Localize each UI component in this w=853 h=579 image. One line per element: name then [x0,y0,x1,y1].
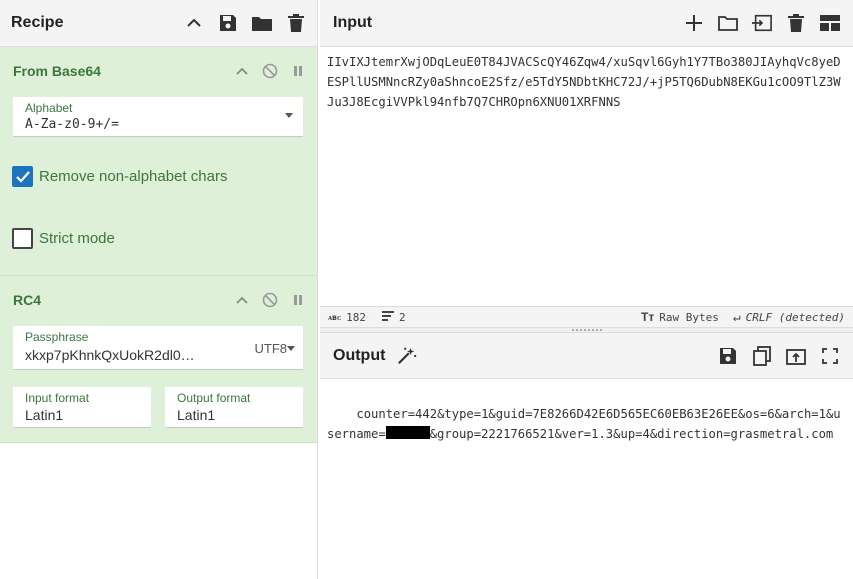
abc-icon: ᴀʙᴄ [328,312,342,322]
trash-icon[interactable] [286,13,306,33]
strict-mode-label: Strict mode [39,230,115,247]
chevron-up-icon[interactable] [234,63,250,79]
input-title: Input [333,14,373,31]
recipe-pane: Recipe From Base64 Alphabet A-Za-z0-9+/=… [0,0,318,579]
remove-non-alphabet-label: Remove non-alphabet chars [39,168,228,185]
char-count-value: 182 [346,310,367,324]
output-text-after: &group=2221766521&ver=1.3&up=4&direction… [429,427,834,441]
input-format-label: Input format [25,391,90,405]
replace-input-icon[interactable] [786,346,806,366]
pause-icon[interactable] [290,292,306,308]
lines-icon [382,310,395,324]
chevron-up-icon[interactable] [234,292,250,308]
chevron-down-icon [285,113,293,118]
text-size-icon: Tт [641,310,655,324]
recipe-title: Recipe [11,14,64,31]
save-icon[interactable] [218,13,238,33]
output-title: Output [333,346,386,364]
line-count-value: 2 [399,310,406,324]
chevron-down-icon [287,346,295,351]
grip-icon [572,329,602,331]
fullscreen-icon[interactable] [820,346,840,366]
passphrase-encoding-dropdown[interactable]: UTF8 [255,341,288,356]
return-arrow-icon: ↵ [732,309,741,325]
eol-selector[interactable]: ↵ CRLF (detected) [733,310,845,325]
strict-mode-checkbox[interactable]: Strict mode [12,228,115,249]
input-format-value: Latin1 [25,407,64,423]
save-icon[interactable] [718,346,738,366]
line-count: 2 [382,310,406,324]
operation-rc4: RC4 Passphrase xkxp7pKhnkQxUokR2dl0… UTF… [0,276,317,443]
recipe-header: Recipe [0,0,317,47]
input-header: Input [320,0,853,47]
alphabet-select[interactable]: Alphabet A-Za-z0-9+/= [13,97,303,137]
disable-icon[interactable] [262,292,278,308]
encoding-value: Raw Bytes [659,310,719,324]
encoding-selector[interactable]: Tт Raw Bytes [641,310,719,324]
output-text: counter=442&type=1&guid=7E8266D42E6D565E… [320,379,853,469]
plus-icon[interactable] [684,13,704,33]
pause-icon[interactable] [290,63,306,79]
operation-title: From Base64 [13,63,101,79]
alphabet-value: A-Za-z0-9+/= [25,117,119,132]
eol-value: CRLF (detected) [745,310,845,324]
operation-title: RC4 [13,292,42,308]
folder-icon[interactable] [252,13,272,33]
checkbox-checked-icon[interactable] [12,166,33,187]
output-format-select[interactable]: Output format Latin1 [165,387,303,428]
char-count: ᴀʙᴄ 182 [328,311,366,324]
input-pane: Input IIvIXJtemrXwjODqLeuE0T84JVACScQY46… [320,0,853,327]
alphabet-label: Alphabet [25,101,73,115]
input-status-bar: ᴀʙᴄ 182 2 Tт Raw Bytes ↵ CRLF (detected) [320,306,853,327]
trash-icon[interactable] [786,13,806,33]
import-file-icon[interactable] [752,13,772,33]
input-textarea[interactable]: IIvIXJtemrXwjODqLeuE0T84JVACScQY46Zqw4/x… [320,47,853,306]
redacted-username [385,426,430,439]
passphrase-value: xkxp7pKhnkQxUokR2dl0… [25,347,195,363]
disable-icon[interactable] [262,63,278,79]
chevron-up-icon[interactable] [184,13,204,33]
checkbox-unchecked-icon[interactable] [12,228,33,249]
output-format-value: Latin1 [177,407,216,423]
output-header: Output [320,333,853,379]
copy-icon[interactable] [752,345,772,366]
input-format-select[interactable]: Input format Latin1 [13,387,151,428]
passphrase-input[interactable]: Passphrase xkxp7pKhnkQxUokR2dl0… UTF8 [13,326,303,370]
passphrase-encoding-value: UTF8 [254,341,288,356]
remove-non-alphabet-checkbox[interactable]: Remove non-alphabet chars [12,166,227,187]
passphrase-label: Passphrase [25,330,89,344]
magic-wand-icon[interactable] [397,346,417,366]
operation-from-base64: From Base64 Alphabet A-Za-z0-9+/= Remove… [0,47,317,276]
output-format-label: Output format [177,391,251,405]
output-pane: Output counter=442&type=1&guid=7E8266D42… [320,333,853,579]
folder-open-icon[interactable] [718,13,738,33]
layout-icon[interactable] [820,13,840,33]
